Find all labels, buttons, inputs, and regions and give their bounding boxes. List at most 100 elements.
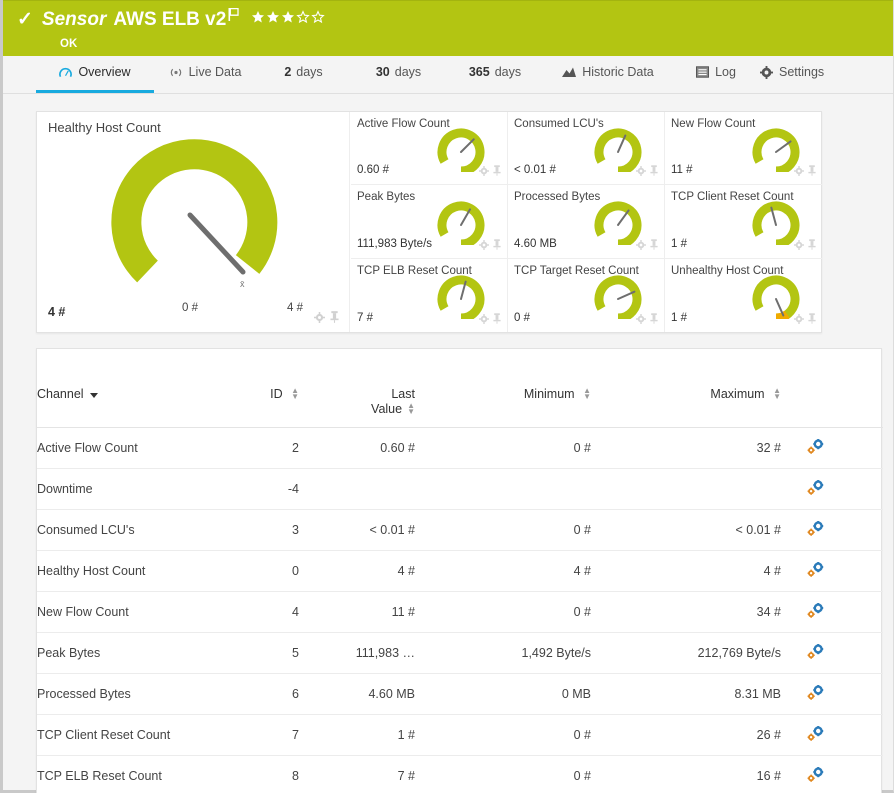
secondary-gauge-title: Consumed LCU's — [514, 118, 604, 130]
pin-icon[interactable] — [808, 237, 816, 255]
flag-icon[interactable] — [228, 8, 239, 24]
channel-settings-icon[interactable] — [807, 607, 824, 621]
channel-settings-icon[interactable] — [807, 484, 824, 498]
table-row[interactable]: New Flow Count 4 11 # 0 # 34 # — [37, 592, 883, 633]
secondary-gauge-value: 11 # — [671, 164, 693, 176]
table-row[interactable]: Downtime -4 — [37, 469, 883, 510]
cell-maximum-text: 26 # — [757, 728, 807, 742]
secondary-gauge: TCP ELB Reset Count 7 # — [351, 259, 508, 332]
sensor-page: ✓ Sensor AWS ELB v2 — [0, 0, 894, 793]
column-header-channel[interactable]: Channel — [37, 349, 237, 428]
secondary-gauge: Peak Bytes 111,983 Byte/s — [351, 185, 508, 258]
table-row[interactable]: Processed Bytes 6 4.60 MB 0 MB 8.31 MB — [37, 674, 883, 715]
tab-30-days[interactable]: 30 days — [351, 56, 446, 93]
table-row[interactable]: Active Flow Count 2 0.60 # 0 # 32 # — [37, 428, 883, 469]
tab-log[interactable]: Log — [672, 56, 760, 93]
tab-live-data[interactable]: Live Data — [154, 56, 256, 93]
pin-icon[interactable] — [808, 163, 816, 181]
cell-channel: TCP ELB Reset Count — [37, 756, 237, 793]
tab-overview[interactable]: Overview — [36, 56, 154, 93]
column-header-id[interactable]: ID ▲▼ — [237, 349, 317, 428]
table-row[interactable]: Healthy Host Count 0 4 # 4 # 4 # — [37, 551, 883, 592]
column-header-maximum[interactable]: Maximum ▲▼ — [617, 349, 807, 428]
gear-icon[interactable] — [479, 163, 489, 181]
primary-gauge-value: 4 # — [48, 305, 65, 319]
secondary-gauge-title: New Flow Count — [671, 118, 755, 130]
cell-id-value: 6 — [292, 687, 317, 701]
secondary-gauge-actions — [636, 237, 658, 255]
cell-maximum-text: 34 # — [757, 605, 807, 619]
cell-id: 7 — [237, 715, 317, 756]
gear-icon[interactable] — [636, 163, 646, 181]
tab-2-days[interactable]: 2 days — [256, 56, 351, 93]
table-row[interactable]: Peak Bytes 5 111,983 … 1,492 Byte/s 212,… — [37, 633, 883, 674]
pin-icon[interactable] — [493, 311, 501, 329]
gear-icon[interactable] — [479, 237, 489, 255]
cell-maximum-text: 8.31 MB — [734, 687, 807, 701]
cell-maximum: 212,769 Byte/s — [617, 633, 807, 674]
tab-historic-data[interactable]: Historic Data — [544, 56, 672, 93]
secondary-gauge: Active Flow Count 0.60 # — [351, 112, 508, 185]
pin-icon[interactable] — [493, 237, 501, 255]
channel-settings-icon[interactable] — [807, 443, 824, 457]
cell-last-value: 111,983 … — [317, 633, 427, 674]
tab-label: days — [495, 65, 521, 81]
cell-maximum: 26 # — [617, 715, 807, 756]
secondary-gauge-value: 7 # — [357, 312, 373, 324]
cell-last-value: 7 # — [317, 756, 427, 793]
channel-settings-icon[interactable] — [807, 566, 824, 580]
channels-table-body: Active Flow Count 2 0.60 # 0 # 32 # — [37, 428, 883, 793]
primary-gauge-actions — [314, 310, 339, 328]
gear-icon[interactable] — [794, 163, 804, 181]
gear-icon[interactable] — [636, 237, 646, 255]
gear-icon[interactable] — [314, 310, 325, 328]
cell-minimum-text: 0 MB — [562, 687, 617, 701]
pin-icon[interactable] — [493, 163, 501, 181]
gear-icon[interactable] — [479, 311, 489, 329]
gear-icon[interactable] — [794, 237, 804, 255]
tab-label: Live Data — [189, 65, 242, 81]
tab-365-days[interactable]: 365 days — [446, 56, 544, 93]
cell-minimum: 0 # — [427, 715, 617, 756]
cell-minimum: 0 # — [427, 428, 617, 469]
chart-icon — [562, 66, 576, 80]
channel-settings-icon[interactable] — [807, 730, 824, 744]
channels-panel: Channel ID ▲▼ Last — [36, 348, 882, 793]
cell-last-value-text: 0.60 # — [380, 441, 427, 455]
cell-channel: TCP Client Reset Count — [37, 715, 237, 756]
channel-settings-icon[interactable] — [807, 689, 824, 703]
pin-icon[interactable] — [650, 311, 658, 329]
pin-icon[interactable] — [650, 237, 658, 255]
channel-settings-icon[interactable] — [807, 771, 824, 785]
table-row[interactable]: TCP Client Reset Count 7 1 # 0 # 26 # — [37, 715, 883, 756]
gear-icon[interactable] — [636, 311, 646, 329]
cell-id: -4 — [237, 469, 317, 510]
channel-settings-icon[interactable] — [807, 648, 824, 662]
cell-id-value: 3 — [292, 523, 317, 537]
table-header-row: Channel ID ▲▼ Last — [37, 349, 883, 428]
primary-gauge-scale-min: 0 # — [182, 302, 198, 314]
cell-maximum: < 0.01 # — [617, 510, 807, 551]
table-row[interactable]: TCP ELB Reset Count 8 7 # 0 # 16 # — [37, 756, 883, 793]
tab-number: 365 — [469, 65, 490, 81]
cell-minimum: 0 MB — [427, 674, 617, 715]
pin-icon[interactable] — [650, 163, 658, 181]
pin-icon[interactable] — [808, 311, 816, 329]
tab-settings[interactable]: Settings — [760, 56, 850, 93]
cell-channel: Processed Bytes — [37, 674, 237, 715]
cell-minimum: 1,492 Byte/s — [427, 633, 617, 674]
channel-settings-icon[interactable] — [807, 525, 824, 539]
gear-icon[interactable] — [794, 311, 804, 329]
cell-channel: New Flow Count — [37, 592, 237, 633]
sort-arrows-icon: ▲▼ — [407, 403, 415, 415]
cell-last-value-text: 111,983 … — [356, 646, 427, 660]
column-header-last-value[interactable]: Last Value▲▼ — [317, 349, 427, 428]
column-header-minimum[interactable]: Minimum ▲▼ — [427, 349, 617, 428]
secondary-gauge: Processed Bytes 4.60 MB — [508, 185, 665, 258]
priority-stars[interactable] — [251, 10, 327, 27]
cell-maximum-text: 16 # — [757, 769, 807, 783]
sensor-type-label: Sensor — [42, 9, 106, 31]
table-row[interactable]: Consumed LCU's 3 < 0.01 # 0 # < 0.01 # — [37, 510, 883, 551]
pin-icon[interactable] — [330, 310, 339, 328]
cell-channel: Peak Bytes — [37, 633, 237, 674]
